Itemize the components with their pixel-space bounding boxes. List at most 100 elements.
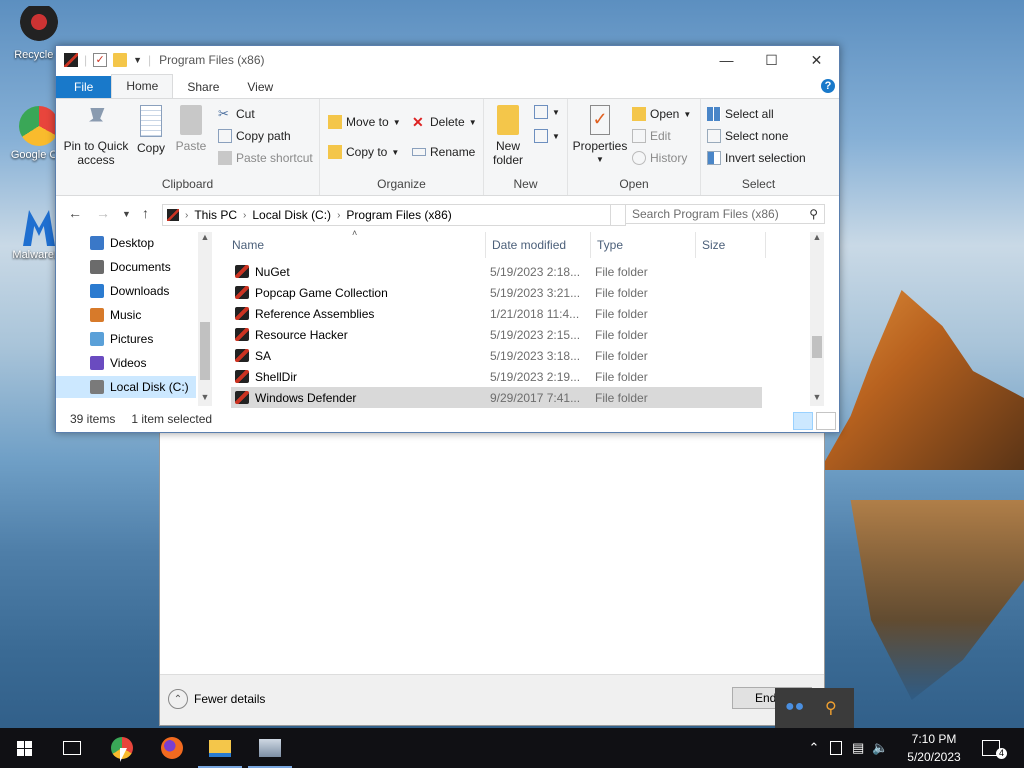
table-row[interactable]: Reference Assemblies 1/21/2018 11:4... F…	[231, 303, 762, 324]
invert-selection-button[interactable]: Invert selection	[707, 151, 806, 165]
nav-item-videos[interactable]: Videos	[56, 352, 196, 374]
cut-button[interactable]: ✂ Cut	[218, 106, 255, 122]
nav-item-pictures[interactable]: Pictures	[56, 328, 196, 350]
firefox-icon	[161, 737, 183, 759]
fewer-details-button[interactable]: ⌃ Fewer details	[168, 689, 265, 709]
tab-view[interactable]: View	[233, 76, 287, 98]
task-view-button[interactable]	[48, 728, 96, 768]
maximize-button[interactable]: ☐	[749, 46, 794, 74]
network-icon[interactable]: ▤	[852, 740, 864, 756]
nav-pane-scrollbar[interactable]: ▲ ▼	[198, 232, 212, 406]
scrollbar-thumb[interactable]	[812, 336, 822, 358]
table-row[interactable]: SA 5/19/2023 3:18... File folder	[231, 345, 762, 366]
taskbar-firefox[interactable]	[148, 728, 196, 768]
new-folder-icon[interactable]	[113, 53, 128, 67]
select-none-button[interactable]: Select none	[707, 129, 788, 143]
new-item-icon	[534, 105, 548, 119]
end-task-label: End	[755, 691, 777, 705]
column-type-label: Type	[597, 238, 624, 252]
copy-to-button[interactable]: Copy to ▼	[328, 145, 399, 159]
edit-button[interactable]: Edit	[632, 129, 671, 143]
properties-button[interactable]: ✓ Properties ▼	[572, 105, 628, 167]
paste-shortcut-button[interactable]: Paste shortcut	[218, 151, 313, 165]
up-button[interactable]: ↑	[142, 205, 149, 221]
floating-toolbar[interactable]: ●● ⚲	[775, 688, 854, 728]
new-folder-button[interactable]: New folder	[488, 105, 528, 167]
wallpaper-reflection	[850, 500, 1024, 700]
easy-access-button[interactable]: ▼	[534, 129, 560, 143]
ribbon-tabs: File Home Share View ?	[56, 74, 839, 99]
taskbar-photos[interactable]	[246, 728, 294, 768]
table-row[interactable]: Popcap Game Collection 5/19/2023 3:21...…	[231, 282, 762, 303]
address-dropdown[interactable]	[611, 204, 626, 226]
volume-muted-icon[interactable]: 🔈	[872, 740, 888, 756]
history-button[interactable]: History	[632, 151, 687, 165]
scrollbar-thumb[interactable]	[200, 322, 210, 380]
search-box[interactable]: Search Program Files (x86) ⚲	[625, 204, 825, 224]
paste-button[interactable]: Paste	[174, 105, 208, 153]
help-icon[interactable]: ?	[821, 79, 835, 93]
malwarebytes-icon	[23, 210, 55, 246]
clock[interactable]: 7:10 PM 5/20/2023	[898, 730, 970, 766]
copy-path-button[interactable]: Copy path	[218, 129, 291, 143]
folder-icon	[497, 105, 519, 135]
details-view-button[interactable]	[793, 412, 813, 430]
breadcrumb-this-pc[interactable]: This PC	[188, 208, 243, 222]
recent-locations-button[interactable]: ▼	[122, 209, 131, 219]
magnifier-icon[interactable]: ⚲	[825, 698, 837, 718]
delete-button[interactable]: ✕ Delete ▼	[412, 115, 477, 129]
action-center-button[interactable]: 4	[982, 728, 1007, 768]
column-size-label: Size	[702, 238, 726, 252]
select-all-button[interactable]: Select all	[707, 107, 774, 121]
column-type[interactable]: Type	[591, 232, 696, 258]
nav-item-local-disk[interactable]: Local Disk (C:)	[56, 376, 196, 398]
breadcrumb-local-disk[interactable]: Local Disk (C:)	[246, 208, 337, 222]
tab-file[interactable]: File	[56, 76, 112, 98]
properties-icon[interactable]: ✓	[93, 53, 108, 67]
copy-button[interactable]: Copy	[134, 105, 168, 155]
glasses-icon[interactable]: ●●	[785, 698, 804, 716]
scissors-icon: ✂	[218, 106, 229, 121]
organize-group-label: Organize	[377, 177, 426, 191]
breadcrumb-program-files[interactable]: Program Files (x86)	[340, 208, 457, 222]
column-date-modified[interactable]: Date modified	[486, 232, 591, 258]
file-list-scrollbar[interactable]: ▲ ▼	[810, 232, 824, 406]
open-button[interactable]: Open ▼	[632, 107, 691, 121]
file-name: NuGet	[255, 264, 290, 279]
tablet-icon[interactable]	[830, 741, 842, 755]
customize-qa-icon[interactable]: ▼	[133, 55, 142, 65]
table-row[interactable]: Resource Hacker 5/19/2023 2:15... File f…	[231, 324, 762, 345]
table-row[interactable]: NuGet 5/19/2023 2:18... File folder	[231, 261, 762, 282]
scroll-down-arrow[interactable]: ▼	[198, 392, 212, 402]
taskbar-file-explorer[interactable]	[196, 728, 244, 768]
address-bar[interactable]: › This PC › Local Disk (C:) › Program Fi…	[162, 204, 611, 226]
nav-item-documents[interactable]: Documents	[56, 256, 196, 278]
tab-share[interactable]: Share	[173, 76, 233, 98]
table-row-selected[interactable]: Windows Defender 9/29/2017 7:41... File …	[231, 387, 762, 408]
table-row[interactable]: ShellDir 5/19/2023 2:19... File folder	[231, 366, 762, 387]
scroll-down-arrow[interactable]: ▼	[810, 392, 824, 402]
column-size[interactable]: Size	[696, 232, 766, 258]
folder-icon	[235, 307, 249, 320]
organize-group: Move to ▼ Copy to ▼ ✕ Delete ▼ Rename Or…	[320, 99, 484, 195]
nav-item-desktop[interactable]: Desktop	[56, 232, 196, 254]
close-button[interactable]: ✕	[794, 46, 839, 74]
large-icons-view-button[interactable]	[816, 412, 836, 430]
nav-item-music[interactable]: Music	[56, 304, 196, 326]
status-bar: 39 items 1 item selected	[56, 408, 839, 430]
scroll-up-arrow[interactable]: ▲	[810, 232, 824, 242]
forward-button[interactable]: →	[96, 205, 110, 221]
file-list: Name ˄ Date modified Type Size NuGet 5/1…	[226, 228, 824, 408]
move-to-button[interactable]: Move to ▼	[328, 115, 401, 129]
back-button[interactable]: ←	[68, 205, 82, 221]
file-type: File folder	[595, 390, 648, 405]
show-hidden-icons-button[interactable]: ⌃	[806, 740, 822, 756]
scroll-up-arrow[interactable]: ▲	[198, 232, 212, 242]
minimize-button[interactable]: —	[704, 46, 749, 74]
pin-quick-access-button[interactable]: Pin to Quick access	[62, 105, 130, 167]
nav-item-downloads[interactable]: Downloads	[56, 280, 196, 302]
start-button[interactable]	[0, 728, 48, 768]
tab-home[interactable]: Home	[111, 74, 174, 98]
rename-button[interactable]: Rename	[412, 145, 475, 159]
new-item-button[interactable]: ▼	[534, 105, 560, 119]
